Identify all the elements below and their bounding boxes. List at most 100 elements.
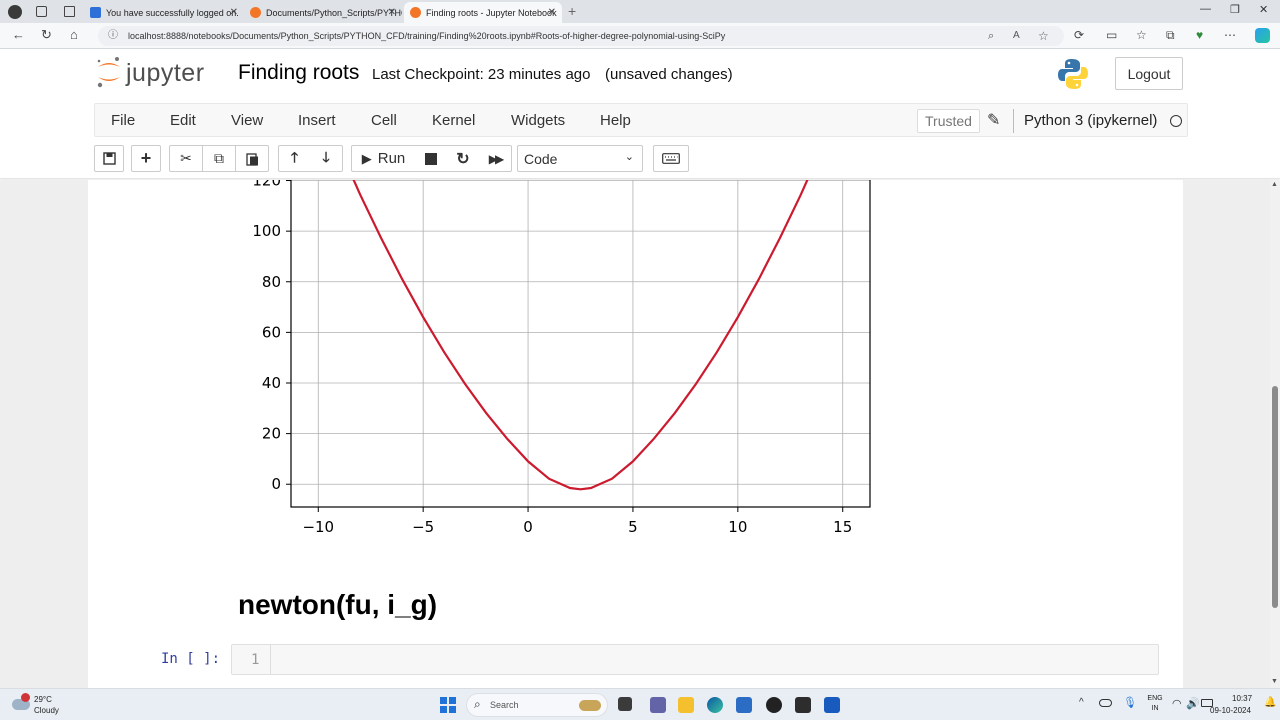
menu-file[interactable]: File [111, 112, 135, 129]
y-tick-label: 40 [262, 374, 281, 392]
start-button[interactable] [440, 697, 456, 713]
scroll-down-icon[interactable]: ▼ [1271, 678, 1278, 685]
hidden-icons-chevron-icon[interactable]: ^ [1079, 697, 1084, 708]
jupyter-logo[interactable]: jupyter [96, 55, 226, 91]
kernel-idle-indicator-icon [1170, 115, 1182, 127]
word-icon[interactable] [824, 697, 840, 713]
fast-forward-icon: ▶▶ [488, 151, 505, 166]
browser-tab-1[interactable]: You have successfully logged on. ✕ [84, 2, 244, 23]
scroll-up-icon[interactable]: ▲ [1271, 181, 1278, 188]
edge-browser-icon[interactable] [707, 697, 723, 713]
clock-date[interactable]: 09-10-2024 [1210, 706, 1251, 715]
read-aloud-icon[interactable]: A [1013, 26, 1020, 46]
microphone-icon[interactable]: 🎙 [1123, 696, 1137, 709]
restart-kernel-button[interactable]: ↻ [447, 145, 480, 172]
arrow-up-icon: 🡑 [290, 148, 299, 165]
browser-address-row: ← ↻ ⌂ ⓘ localhost:8888/notebooks/Documen… [0, 23, 1280, 49]
cell-type-select[interactable]: Code ⌄ [517, 145, 643, 172]
copilot-icon[interactable] [1255, 28, 1270, 43]
copy-button[interactable]: ⧉ [202, 145, 236, 172]
favorites-icon[interactable]: ☆ [1136, 28, 1147, 42]
volume-icon[interactable]: 🔊 [1186, 697, 1200, 710]
run-button[interactable]: ▶ Run [351, 145, 416, 172]
checkpoint-status: Last Checkpoint: 23 minutes ago [372, 66, 591, 83]
clock-time[interactable]: 10:37 [1232, 694, 1252, 703]
close-window-icon[interactable]: ✕ [1259, 3, 1268, 16]
browser-tab-2[interactable]: Documents/Python_Scripts/PYTHON ✕ [244, 2, 402, 23]
tab-title: Finding roots - Jupyter Notebook [426, 7, 557, 18]
task-view-icon[interactable] [618, 697, 632, 711]
edit-pencil-icon[interactable]: ✎ [987, 110, 1000, 130]
back-icon[interactable]: ← [12, 28, 25, 42]
move-up-button[interactable]: 🡑 [278, 145, 311, 172]
tab-actions-icon[interactable] [64, 6, 75, 17]
extensions-icon[interactable]: ⟳ [1074, 28, 1084, 42]
zoom-icon[interactable]: ⌕ [988, 26, 994, 46]
taskbar-search[interactable]: ⌕ Search [466, 693, 608, 717]
x-tick-label: 5 [628, 518, 638, 536]
collections-icon[interactable]: ⧉ [1166, 28, 1175, 42]
restore-icon[interactable]: ❐ [1230, 3, 1240, 16]
more-options-icon[interactable]: ⋯ [1224, 28, 1236, 42]
paste-button[interactable] [236, 145, 269, 172]
menu-insert[interactable]: Insert [298, 112, 336, 129]
teams-icon[interactable] [650, 697, 666, 713]
menu-cell[interactable]: Cell [371, 112, 397, 129]
chatgpt-icon[interactable] [766, 697, 782, 713]
menu-kernel[interactable]: Kernel [432, 112, 475, 129]
save-button[interactable] [94, 145, 124, 172]
workspaces-icon[interactable] [36, 6, 47, 17]
notebook-title[interactable]: Finding roots [238, 61, 359, 85]
store-icon[interactable] [736, 697, 752, 713]
minimize-icon[interactable]: — [1200, 3, 1211, 15]
home-icon[interactable]: ⌂ [70, 28, 78, 42]
favorite-star-icon[interactable]: ☆ [1038, 26, 1049, 46]
address-bar[interactable]: ⓘ localhost:8888/notebooks/Documents/Pyt… [98, 26, 1064, 46]
close-tab-icon[interactable]: ✕ [230, 7, 238, 18]
menu-help[interactable]: Help [600, 112, 631, 129]
menu-edit[interactable]: Edit [170, 112, 196, 129]
interrupt-kernel-button[interactable] [415, 145, 448, 172]
insert-cell-button[interactable]: + [131, 145, 161, 172]
file-explorer-icon[interactable] [678, 697, 694, 713]
y-tick-label: 80 [262, 273, 281, 291]
browser-essentials-icon[interactable]: ♥ [1196, 28, 1203, 42]
notifications-bell-icon[interactable]: 🔔 [1264, 697, 1276, 708]
move-down-button[interactable]: 🡓 [310, 145, 343, 172]
language-indicator[interactable]: ENG IN [1144, 694, 1166, 716]
notification-badge [21, 693, 30, 702]
root-plot-chart: −10 −5 0 5 10 15 0 20 40 60 80 100 120 [252, 180, 871, 536]
wifi-icon[interactable]: ◠ [1172, 697, 1182, 710]
language-code: ENG [1147, 695, 1163, 702]
reload-icon[interactable]: ↻ [41, 28, 52, 42]
y-tick-label: 60 [262, 323, 281, 341]
x-tick-label: 10 [728, 518, 747, 536]
weather-widget[interactable]: 29°C Cloudy [10, 692, 80, 718]
browser-tab-3[interactable]: Finding roots - Jupyter Notebook ✕ [404, 2, 562, 23]
search-label: Search [490, 700, 519, 710]
scrollbar-thumb[interactable] [1272, 386, 1278, 608]
close-tab-icon[interactable]: ✕ [548, 7, 556, 18]
split-screen-icon[interactable]: ▭ [1106, 28, 1117, 42]
menu-widgets[interactable]: Widgets [511, 112, 565, 129]
terminal-icon[interactable] [795, 697, 811, 713]
cut-button[interactable]: ✂ [169, 145, 202, 172]
tab-favicon-icon [410, 7, 421, 18]
menu-view[interactable]: View [231, 112, 263, 129]
tab-favicon-icon [90, 7, 101, 18]
kernel-name[interactable]: Python 3 (ipykernel) [1024, 112, 1157, 129]
notebook-menubar: File Edit View Insert Cell Kernel Widget… [94, 103, 1188, 137]
logout-button[interactable]: Logout [1115, 57, 1183, 90]
y-tick-label: 100 [252, 222, 281, 240]
restart-run-all-button[interactable]: ▶▶ [479, 145, 512, 172]
browser-profile-icon[interactable] [8, 5, 22, 19]
new-tab-icon[interactable]: + [568, 3, 576, 19]
markdown-heading: newton(fu, i_g) [238, 589, 438, 620]
input-prompt: In [ ]: [161, 651, 221, 667]
command-palette-button[interactable] [653, 145, 689, 172]
trusted-indicator[interactable]: Trusted [917, 109, 980, 133]
close-tab-icon[interactable]: ✕ [388, 7, 396, 18]
site-info-icon[interactable]: ⓘ [108, 26, 118, 46]
onedrive-icon[interactable] [1099, 699, 1112, 707]
code-cell-input[interactable]: 1 [231, 644, 1159, 675]
